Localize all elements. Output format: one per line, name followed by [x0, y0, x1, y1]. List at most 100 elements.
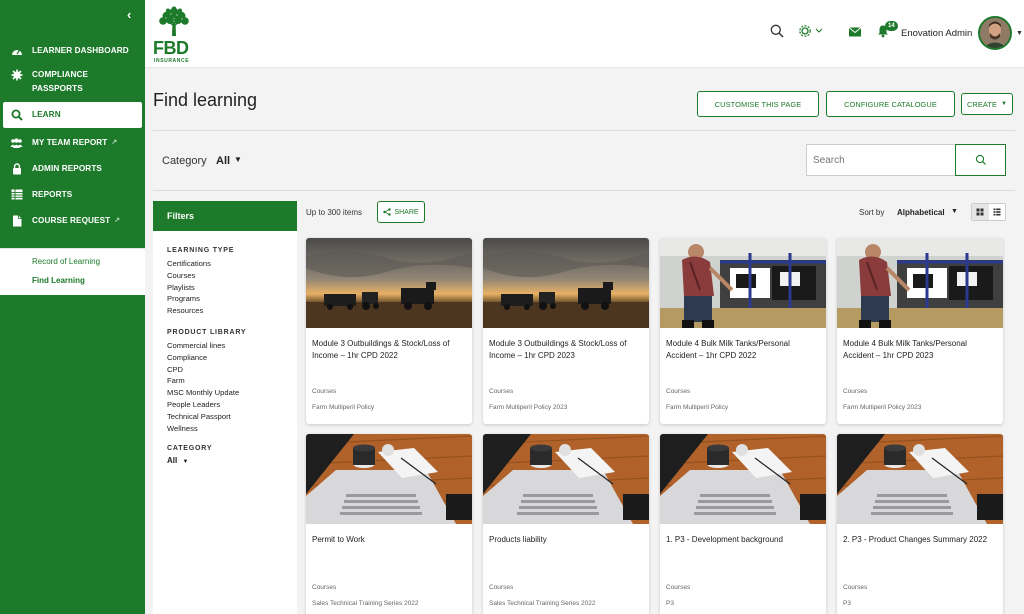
filter-option[interactable]: Certifications: [167, 258, 297, 270]
header-search-icon[interactable]: [770, 24, 786, 40]
course-card[interactable]: Module 3 Outbuildings & Stock/Loss of In…: [306, 238, 472, 424]
course-card[interactable]: Module 3 Outbuildings & Stock/Loss of In…: [483, 238, 649, 424]
course-type: Courses: [666, 584, 691, 591]
mail-icon[interactable]: [848, 24, 864, 40]
sidebar-item-label: ADMIN REPORTS: [32, 164, 102, 173]
search-button[interactable]: [955, 144, 1006, 176]
tree-logo-icon: [159, 6, 189, 36]
category-select-value[interactable]: All: [216, 155, 230, 167]
sort-select-value[interactable]: Alphabetical: [897, 208, 945, 217]
course-category: Farm Multiperil Policy: [312, 404, 375, 411]
course-category: Farm Multiperil Policy 2023: [489, 404, 568, 411]
course-card[interactable]: Module 4 Bulk Milk Tanks/Personal Accide…: [660, 238, 826, 424]
filter-option[interactable]: Playlists: [167, 282, 297, 294]
sidebar-nav: LEARNER DASHBOARD COMPLIANCE PASSPORTS L…: [0, 38, 145, 234]
course-type: Courses: [489, 388, 514, 395]
divider: [153, 190, 1015, 191]
category-filter-value: All: [167, 456, 178, 466]
course-card[interactable]: Module 4 Bulk Milk Tanks/Personal Accide…: [837, 238, 1003, 424]
course-title[interactable]: 1. P3 - Development background: [666, 534, 820, 546]
sidebar-item-label: LEARNER DASHBOARD: [32, 46, 129, 55]
subnav-record-of-learning[interactable]: Record of Learning: [0, 253, 145, 272]
sidebar-item-learn[interactable]: LEARN: [3, 102, 142, 128]
chevron-down-icon[interactable]: ▼: [234, 155, 242, 164]
team-icon: [10, 136, 23, 149]
filter-option[interactable]: Resources: [167, 305, 297, 317]
course-title[interactable]: Module 4 Bulk Milk Tanks/Personal Accide…: [843, 338, 997, 362]
course-thumbnail[interactable]: [660, 238, 826, 328]
settings-menu-icon[interactable]: [798, 24, 828, 40]
course-category: P3: [843, 600, 851, 607]
course-card[interactable]: Products liability Courses Sales Technical…: [483, 434, 649, 614]
course-title[interactable]: Module 3 Outbuildings & Stock/Loss of In…: [312, 338, 466, 362]
fbd-logo[interactable]: FBD INSURANCE: [153, 6, 195, 64]
course-title[interactable]: Module 4 Bulk Milk Tanks/Personal Accide…: [666, 338, 820, 362]
collapse-sidebar-icon[interactable]: ‹: [127, 8, 137, 22]
course-thumbnail[interactable]: [660, 434, 826, 524]
course-title[interactable]: 2. P3 - Product Changes Summary 2022: [843, 534, 997, 546]
course-type: Courses: [489, 584, 514, 591]
course-card[interactable]: Permit to Work Courses Sales Technical Tra…: [306, 434, 472, 614]
filter-option[interactable]: Farm: [167, 375, 297, 387]
course-thumbnail[interactable]: [306, 434, 472, 524]
subnav-find-learning[interactable]: Find Learning: [0, 272, 145, 291]
sidebar-item-admin-reports[interactable]: ADMIN REPORTS: [0, 156, 145, 182]
filter-option[interactable]: Compliance: [167, 352, 297, 364]
share-button[interactable]: SHARE: [377, 201, 425, 223]
product-library-heading: PRODUCT LIBRARY: [167, 328, 247, 336]
sidebar-item-reports[interactable]: REPORTS: [0, 182, 145, 208]
course-thumbnail[interactable]: [837, 434, 1003, 524]
course-title[interactable]: Products liability: [489, 534, 643, 546]
course-type: Courses: [312, 584, 337, 591]
sidebar-item-my-team-report[interactable]: MY TEAM REPORT ↗: [0, 130, 145, 156]
create-button-label: CREATE: [966, 99, 997, 109]
page-title: Find learning: [153, 90, 258, 110]
course-card[interactable]: 1. P3 - Development background Courses P3: [660, 434, 826, 614]
filter-option[interactable]: People Leaders: [167, 399, 297, 411]
sidebar-item-label: MY TEAM REPORT: [32, 138, 108, 147]
filter-option[interactable]: Commercial lines: [167, 340, 297, 352]
sidebar-item-learner-dashboard[interactable]: LEARNER DASHBOARD: [0, 38, 145, 64]
sidebar-subnav: Record of Learning Find Learning: [0, 248, 145, 295]
course-thumbnail[interactable]: [483, 434, 649, 524]
filters-header: Filters: [153, 201, 297, 231]
course-category: Farm Multiperil Policy: [666, 404, 729, 411]
avatar[interactable]: [978, 16, 1012, 50]
filter-option[interactable]: Courses: [167, 270, 297, 282]
course-card[interactable]: 2. P3 - Product Changes Summary 2022 Cour…: [837, 434, 1003, 614]
course-title[interactable]: Permit to Work: [312, 534, 466, 546]
search-input[interactable]: [806, 144, 956, 176]
course-type: Courses: [312, 388, 337, 395]
filter-option[interactable]: Programs: [167, 293, 297, 305]
sidebar-item-label: LEARN: [32, 110, 61, 119]
divider: [153, 130, 1015, 131]
table-icon: [10, 188, 23, 201]
filters-panel: LEARNING TYPE Certifications Courses Pla…: [153, 231, 297, 614]
customise-page-button[interactable]: CUSTOMISE THIS PAGE: [697, 91, 819, 117]
course-title[interactable]: Module 3 Outbuildings & Stock/Loss of In…: [489, 338, 643, 362]
course-thumbnail[interactable]: [483, 238, 649, 328]
filter-option[interactable]: MSC Monthly Update: [167, 387, 297, 399]
course-thumbnail[interactable]: [306, 238, 472, 328]
user-menu-caret-icon[interactable]: ▼: [1016, 30, 1023, 37]
document-icon: [10, 214, 23, 227]
filter-option[interactable]: Technical Passport: [167, 411, 297, 423]
course-thumbnail[interactable]: [837, 238, 1003, 328]
chevron-down-icon[interactable]: ▼: [951, 208, 958, 215]
sidebar-item-label: COMPLIANCE PASSPORTS: [32, 70, 89, 93]
list-view-icon[interactable]: [989, 204, 1006, 220]
grid-view-icon[interactable]: [972, 204, 989, 220]
filter-option[interactable]: CPD: [167, 364, 297, 376]
category-filter-select[interactable]: All ▼: [167, 456, 297, 465]
user-name[interactable]: Enovation Admin: [901, 28, 972, 39]
search-icon: [975, 154, 986, 165]
sidebar-item-compliance-passports[interactable]: COMPLIANCE PASSPORTS: [0, 64, 145, 100]
category-filter-heading: CATEGORY: [167, 445, 213, 453]
course-type: Courses: [843, 584, 868, 591]
configure-catalogue-button[interactable]: CONFIGURE CATALOGUE: [826, 91, 955, 117]
sidebar-item-course-request[interactable]: COURSE REQUEST ↗: [0, 208, 145, 234]
create-button[interactable]: CREATE ▼: [961, 93, 1013, 115]
sidebar-item-label: COURSE REQUEST: [32, 216, 111, 225]
view-toggle: [971, 203, 1006, 221]
filter-option[interactable]: Wellness: [167, 423, 297, 435]
